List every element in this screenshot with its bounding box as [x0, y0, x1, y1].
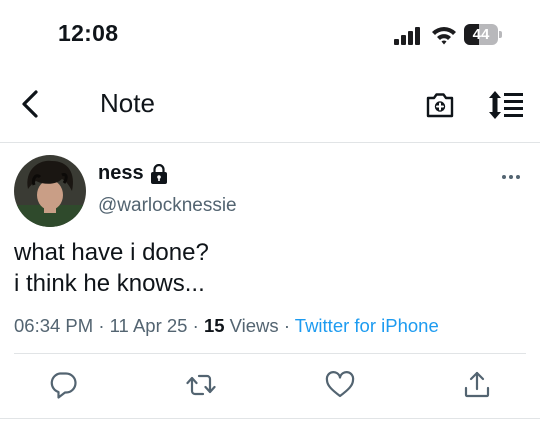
tweet-date: 11 Apr 25: [109, 315, 188, 336]
reply-icon: [50, 372, 77, 399]
reply-button[interactable]: [48, 370, 78, 400]
sort-button[interactable]: [489, 90, 525, 120]
more-dots-icon: [502, 175, 520, 179]
more-button[interactable]: [498, 166, 524, 188]
meta-separator: ·: [98, 315, 105, 336]
tweet-text: what have i done? i think he knows...: [14, 237, 209, 299]
views-count[interactable]: 15: [204, 315, 225, 336]
status-bar: 12:08 44: [0, 0, 540, 70]
username[interactable]: @warlocknessie: [98, 195, 237, 217]
page-title: Note: [100, 88, 155, 118]
nav-bar: Note: [0, 70, 540, 140]
nav-divider: [0, 142, 540, 143]
heart-icon: [325, 371, 355, 398]
chevron-left-icon: [22, 90, 38, 118]
retweet-icon: [186, 374, 216, 396]
camera-button[interactable]: [424, 89, 456, 121]
display-name-row[interactable]: ness: [98, 162, 168, 185]
battery-body: 44: [464, 24, 498, 45]
battery-level: 44: [472, 26, 490, 43]
status-time: 12:08: [58, 20, 119, 46]
battery-nub: [499, 31, 502, 38]
tweet-text-line: what have i done?: [14, 239, 209, 266]
tweet-time: 06:34 PM: [14, 315, 94, 336]
meta-separator: ·: [192, 315, 199, 336]
share-icon: [464, 371, 490, 398]
camera-add-icon: [426, 93, 454, 118]
cellular-signal-icon: [394, 27, 422, 45]
source-link[interactable]: Twitter for iPhone: [295, 315, 439, 336]
like-button[interactable]: [325, 370, 355, 400]
bottom-divider: [0, 418, 540, 419]
battery-icon: 44: [464, 24, 502, 45]
retweet-button[interactable]: [186, 370, 216, 400]
views-label[interactable]: Views: [230, 315, 279, 336]
back-button[interactable]: [14, 87, 48, 121]
wifi-icon: [431, 25, 457, 45]
tweet-text-line: i think he knows...: [14, 270, 205, 297]
avatar[interactable]: [14, 155, 86, 227]
tweet-meta: 06:34 PM · 11 Apr 25 · 15 Views · Twitte…: [14, 315, 439, 337]
meta-divider: [14, 353, 526, 354]
meta-separator: ·: [283, 315, 290, 336]
display-name[interactable]: ness: [98, 162, 144, 185]
sort-icon: [489, 91, 523, 119]
share-button[interactable]: [462, 370, 492, 400]
lock-icon: [150, 163, 168, 184]
